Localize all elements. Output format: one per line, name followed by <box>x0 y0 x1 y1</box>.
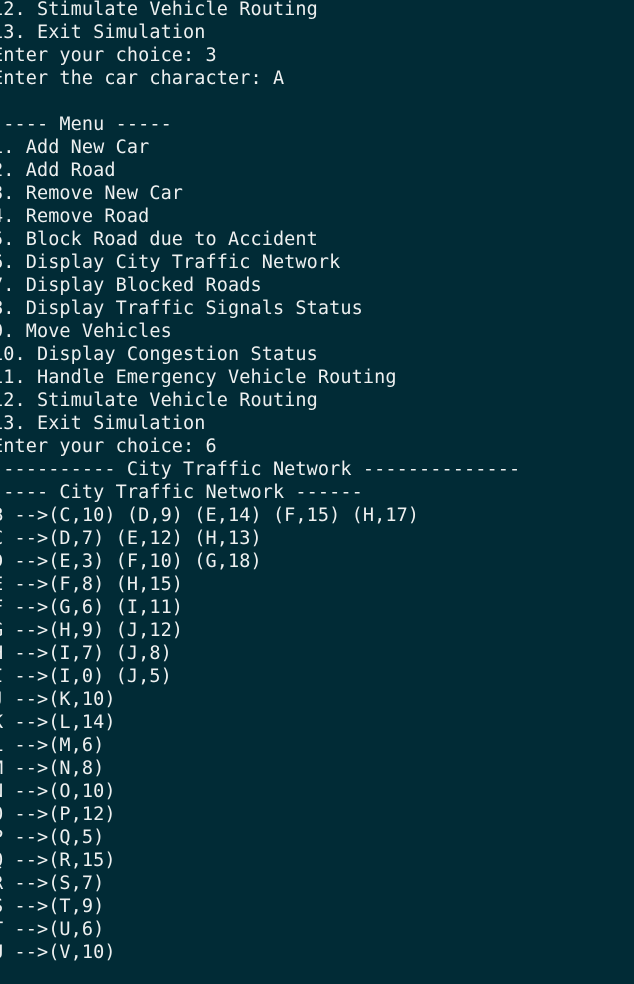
terminal-line: R -->(S,7) <box>0 873 105 894</box>
terminal-line: 9. Move Vehicles <box>0 321 172 342</box>
terminal-line: B -->(C,10) (D,9) (E,14) (F,15) (H,17) <box>0 505 420 526</box>
terminal-line: Enter your choice: 3 <box>0 45 217 66</box>
terminal-line: ----- Menu ----- <box>0 114 172 135</box>
terminal-line: O -->(P,12) <box>0 804 116 825</box>
terminal-line: Enter your choice: 6 <box>0 436 217 457</box>
terminal-line: D -->(E,3) (F,10) (G,18) <box>0 551 262 572</box>
terminal-line: 4. Remove Road <box>0 206 150 227</box>
terminal-line: Q -->(R,15) <box>0 850 116 871</box>
terminal-line: 1. Add New Car <box>0 137 150 158</box>
terminal-line: T -->(U,6) <box>0 919 105 940</box>
terminal-line: Enter the car character: A <box>0 68 285 89</box>
terminal-line: 5. Block Road due to Accident <box>0 229 318 250</box>
terminal-line: 11. Handle Emergency Vehicle Routing <box>0 367 397 388</box>
terminal-line: 3. Remove New Car <box>0 183 184 204</box>
terminal-line: H -->(I,7) (J,8) <box>0 643 172 664</box>
terminal-line: L -->(M,6) <box>0 735 105 756</box>
terminal-line: I -->(I,0) (J,5) <box>0 666 172 687</box>
terminal-line: C -->(D,7) (E,12) (H,13) <box>0 528 262 549</box>
terminal-line: 2. Add Road <box>0 160 116 181</box>
terminal-line: J -->(K,10) <box>0 689 116 710</box>
terminal-line: ----- City Traffic Network ------ <box>0 482 363 503</box>
terminal-line: 12. Stimulate Vehicle Routing <box>0 390 318 411</box>
terminal-output: 12. Stimulate Vehicle Routing 13. Exit Si… <box>0 0 634 964</box>
terminal-line: 13. Exit Simulation <box>0 22 206 43</box>
terminal-line: 7. Display Blocked Roads <box>0 275 262 296</box>
terminal-line: P -->(Q,5) <box>0 827 105 848</box>
terminal-line: E -->(F,8) (H,15) <box>0 574 184 595</box>
terminal-line: M -->(N,8) <box>0 758 105 779</box>
terminal-line: G -->(H,9) (J,12) <box>0 620 184 641</box>
terminal-line: 6. Display City Traffic Network <box>0 252 341 273</box>
terminal-line: 10. Display Congestion Status <box>0 344 318 365</box>
terminal-line: 12. Stimulate Vehicle Routing <box>0 0 318 20</box>
terminal-line: 8. Display Traffic Signals Status <box>0 298 363 319</box>
terminal-line: F -->(G,6) (I,11) <box>0 597 184 618</box>
terminal-line: S -->(T,9) <box>0 896 105 917</box>
terminal-line: ----------- City Traffic Network -------… <box>0 459 521 480</box>
terminal-line: U -->(V,10) <box>0 942 116 963</box>
terminal-line: 13. Exit Simulation <box>0 413 206 434</box>
terminal-line: K -->(L,14) <box>0 712 116 733</box>
terminal-window[interactable]: 12. Stimulate Vehicle Routing 13. Exit Si… <box>0 0 634 984</box>
terminal-line: N -->(O,10) <box>0 781 116 802</box>
